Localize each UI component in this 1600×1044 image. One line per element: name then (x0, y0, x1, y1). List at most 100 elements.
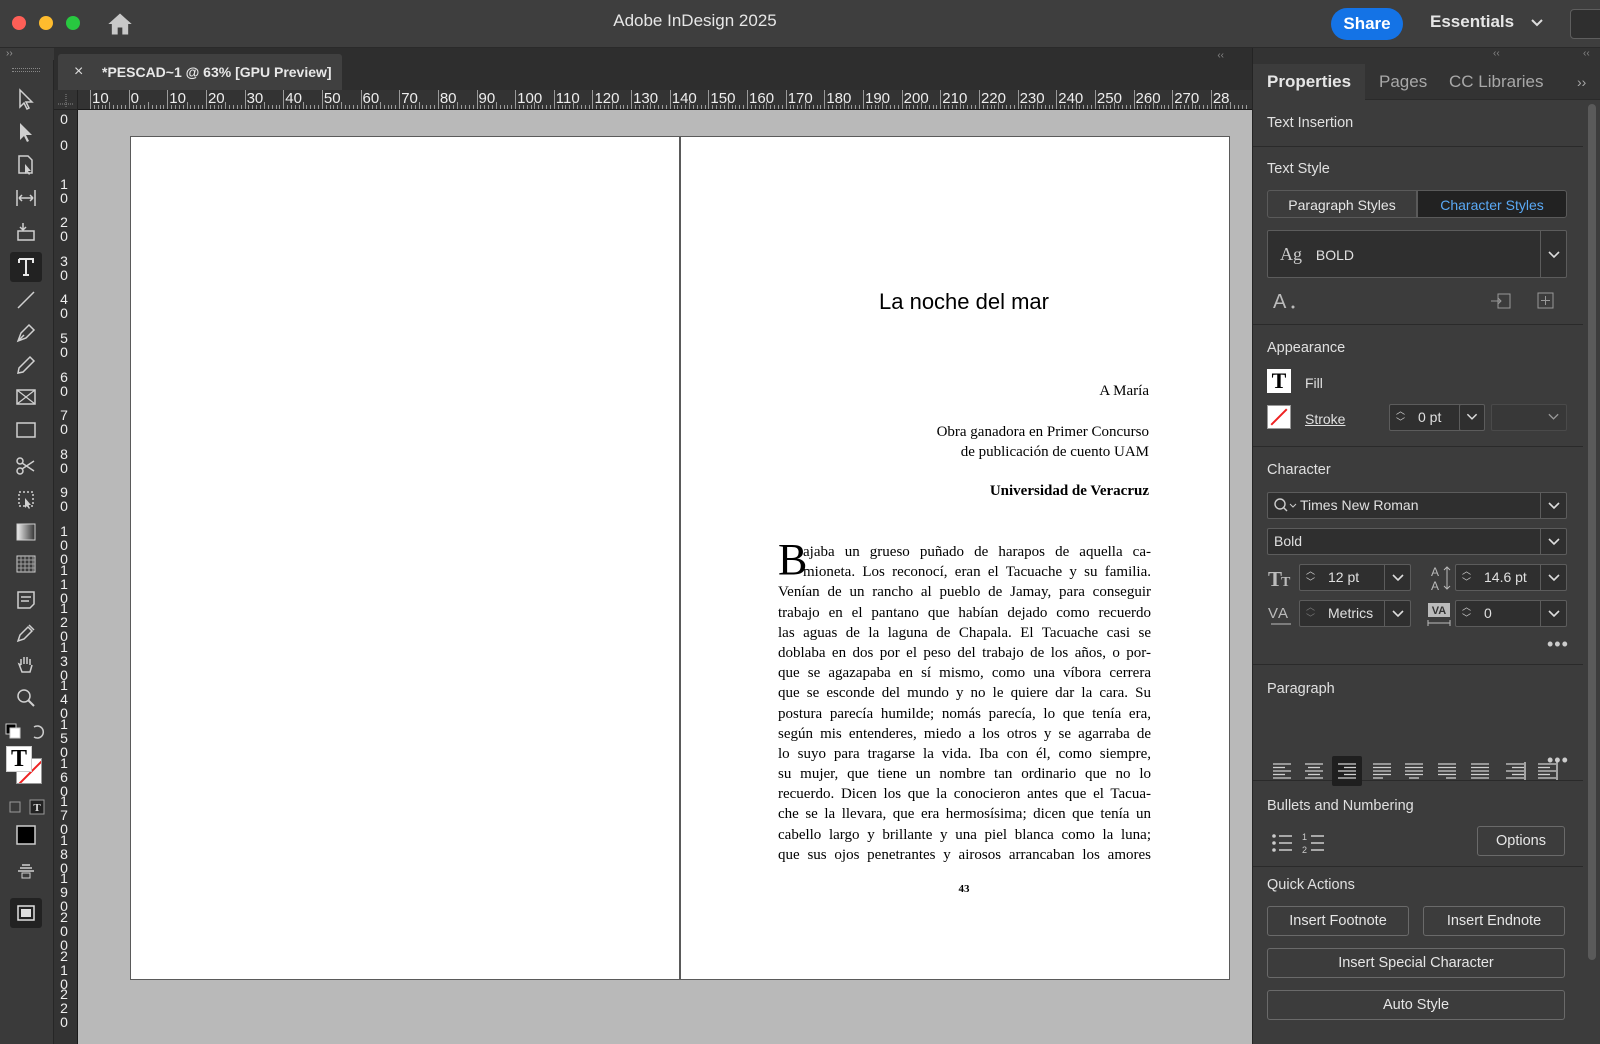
paragraph-styles-toggle[interactable]: Paragraph Styles (1267, 190, 1417, 218)
body-text-line[interactable]: recuerdo. Dicen los que la conocieron an… (778, 784, 1151, 804)
horizontal-ruler[interactable]: 10 0 10 20 30 40 50 60 70 80 90 100 110 120 130 140 150 1… (78, 90, 1252, 110)
document-canvas[interactable]: La noche del mar A María Obra ganadora e… (78, 110, 1252, 1044)
award-line-1[interactable]: Obra ganadora en Primer Concurso (937, 424, 1149, 441)
page-number[interactable]: 43 (681, 883, 1247, 895)
right-page[interactable]: La noche del mar A María Obra ganadora e… (680, 136, 1230, 980)
insert-special-character-button[interactable]: Insert Special Character (1267, 948, 1565, 978)
body-text-line[interactable]: las aguas de la laguna de Chapala. El Ta… (778, 623, 1151, 643)
tracking-field[interactable]: ︿ ﹀ 0 (1455, 600, 1567, 627)
body-text-line[interactable]: cabello largo y brillante y una piel bla… (778, 825, 1151, 845)
close-tab-icon[interactable]: × (74, 63, 83, 81)
stepper-icon[interactable]: ︿ ﹀ (1462, 566, 1471, 588)
body-text-line[interactable]: su mujer, que tiene un nombre tan ordina… (778, 764, 1151, 784)
dedication-text[interactable]: A María (1099, 383, 1149, 400)
stroke-none-icon[interactable] (1267, 405, 1291, 429)
search-box[interactable] (1570, 9, 1600, 39)
zoom-tool-icon[interactable] (10, 683, 42, 713)
body-text-line[interactable]: ajaba un grueso puñado de harapos de aqu… (778, 542, 1151, 562)
story-title[interactable]: La noche del mar (681, 289, 1247, 315)
fill-label[interactable]: Fill (1305, 375, 1323, 391)
chevron-down-icon[interactable] (1540, 493, 1566, 518)
award-line-2[interactable]: de publicación de cuento UAM (961, 444, 1149, 461)
ruler-origin[interactable] (54, 90, 78, 110)
free-transform-tool-icon[interactable] (10, 484, 42, 514)
justify-left-icon[interactable] (1367, 756, 1397, 786)
insert-footnote-button[interactable]: Insert Footnote (1267, 906, 1409, 936)
collapse-panels-icon[interactable]: ‹‹ (1217, 50, 1224, 61)
fill-icon[interactable]: T (1267, 369, 1291, 393)
formatting-affects-text-icon[interactable]: T (6, 792, 50, 822)
stroke-label[interactable]: Stroke (1305, 411, 1345, 427)
numbered-list-icon[interactable]: 12 (1301, 830, 1327, 856)
font-style-field[interactable]: Bold (1267, 528, 1567, 555)
bulleted-list-icon[interactable] (1269, 830, 1295, 856)
swap-fill-stroke-icon[interactable] (4, 716, 48, 746)
chevron-down-icon[interactable] (1384, 565, 1410, 590)
chevron-down-icon[interactable] (1540, 565, 1566, 590)
hand-tool-icon[interactable] (10, 650, 42, 680)
body-text-line[interactable]: lo suyo para tragarse la vida. Iba con é… (778, 744, 1151, 764)
content-collector-tool-icon[interactable] (10, 216, 42, 246)
panel-scrollbar[interactable] (1587, 104, 1597, 1016)
body-text-line[interactable]: che se la llevara, que era hermosísima; … (778, 804, 1151, 824)
university-text[interactable]: Universidad de Veracruz (990, 483, 1149, 500)
more-options-icon[interactable]: ••• (1547, 634, 1569, 655)
body-text-line[interactable]: trabajo en el pantano que habían dejado … (778, 603, 1151, 623)
gradient-feather-tool-icon[interactable] (10, 549, 42, 579)
character-style-select[interactable]: Ag BOLD (1267, 230, 1567, 278)
body-text-line[interactable]: según mis entenderes, miedo a los otros … (778, 724, 1151, 744)
page-tool-icon[interactable] (10, 150, 42, 180)
font-family-field[interactable]: Times New Roman (1267, 492, 1567, 519)
chevron-down-icon[interactable] (1384, 601, 1410, 626)
tab-properties[interactable]: Properties (1253, 64, 1365, 100)
character-styles-toggle[interactable]: Character Styles (1417, 190, 1567, 218)
screen-mode-icon[interactable] (10, 898, 42, 928)
stepper-icon[interactable]: ︿ ﹀ (1462, 602, 1471, 624)
note-tool-icon[interactable] (10, 585, 42, 615)
align-towards-spine-icon[interactable] (1500, 756, 1530, 786)
panel-menu-icon[interactable]: ›› (1577, 64, 1599, 100)
justify-all-icon[interactable] (1465, 756, 1495, 786)
eyedropper-tool-icon[interactable] (10, 618, 42, 648)
body-text-line[interactable]: que se esconde del mundo y no le quiere … (778, 683, 1151, 703)
share-button[interactable]: Share (1331, 8, 1403, 40)
chevron-down-icon[interactable] (1528, 14, 1546, 32)
gradient-swatch-tool-icon[interactable] (10, 517, 42, 547)
stepper-icon[interactable]: ︿ ﹀ (1396, 406, 1405, 428)
scissors-tool-icon[interactable] (10, 451, 42, 481)
rectangle-tool-icon[interactable] (10, 415, 42, 445)
justify-center-icon[interactable] (1399, 756, 1429, 786)
body-text-frame[interactable]: ajaba un grueso puñado de harapos de aqu… (778, 542, 1151, 865)
body-text-line[interactable]: postura parecía humilde; nomás parecía, … (778, 704, 1151, 724)
left-page[interactable] (130, 136, 680, 980)
align-away-from-spine-icon[interactable] (1532, 756, 1562, 786)
stroke-type-select[interactable] (1491, 404, 1567, 431)
view-mode-icon[interactable] (10, 856, 42, 886)
leading-field[interactable]: ︿ ﹀ 14.6 pt (1455, 564, 1567, 591)
fill-stroke-swatch[interactable]: T (6, 746, 46, 786)
body-text-line[interactable]: que sus ojos penetrantes y airosos arran… (778, 845, 1151, 865)
align-center-icon[interactable] (1299, 756, 1329, 786)
panel-collapse-strip[interactable]: ‹‹ ‹‹ (1253, 48, 1600, 64)
rectangle-frame-tool-icon[interactable] (10, 382, 42, 412)
kerning-field[interactable]: ︿ ﹀ Metrics (1299, 600, 1411, 627)
insert-endnote-button[interactable]: Insert Endnote (1423, 906, 1565, 936)
stepper-icon[interactable]: ︿ ﹀ (1306, 602, 1315, 624)
workspace-switcher[interactable]: Essentials (1430, 12, 1514, 32)
scroll-thumb[interactable] (1588, 104, 1596, 960)
pen-tool-icon[interactable] (10, 318, 42, 348)
toolbar-grip[interactable] (12, 68, 40, 72)
type-tool-icon[interactable] (10, 252, 42, 282)
justify-right-icon[interactable] (1432, 756, 1462, 786)
chevron-down-icon[interactable] (1540, 231, 1566, 277)
gap-tool-icon[interactable] (10, 183, 42, 213)
document-tab[interactable]: × *PESCAD~1 @ 63% [GPU Preview] (58, 54, 342, 90)
body-text-line[interactable]: mioneta. Los reconocí, eran el Tacuache … (778, 562, 1151, 582)
chevron-down-icon[interactable] (1540, 529, 1566, 554)
body-text-line[interactable]: doblaba en dos por el peso del trabajo d… (778, 643, 1151, 663)
apply-color-icon[interactable] (10, 820, 42, 850)
new-style-icon[interactable] (1535, 290, 1557, 312)
pencil-tool-icon[interactable] (10, 350, 42, 380)
chevron-down-icon[interactable] (1540, 601, 1566, 626)
load-styles-icon[interactable] (1489, 290, 1513, 312)
